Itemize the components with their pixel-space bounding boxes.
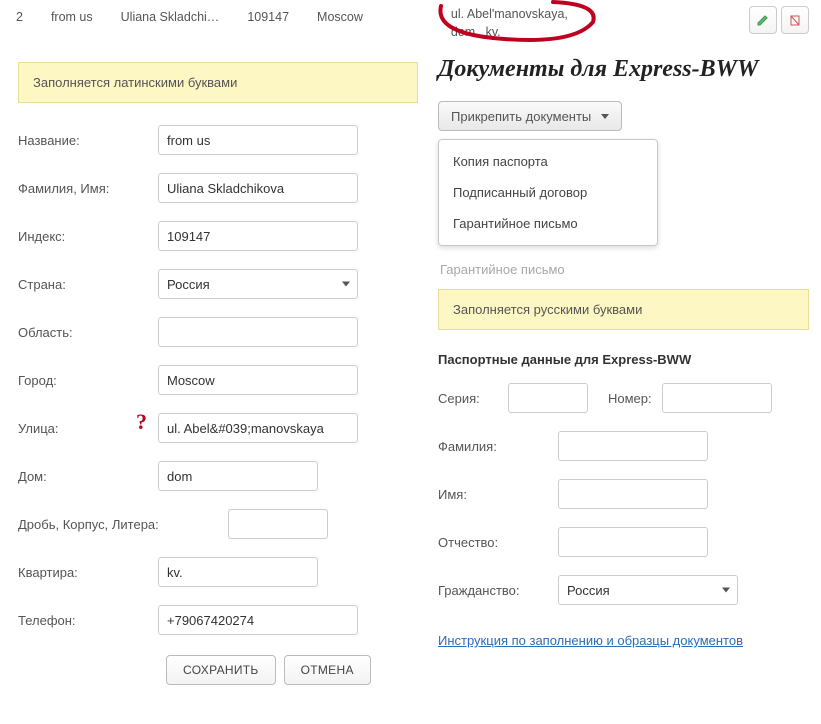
label-region: Область: <box>18 325 158 340</box>
flat-input[interactable] <box>158 557 318 587</box>
save-button[interactable]: СОХРАНИТЬ <box>166 655 276 685</box>
address-form: Заполняется латинскими буквами Название:… <box>18 52 418 685</box>
annotation-question-mark: ? <box>136 409 147 435</box>
summary-row: 2 from us Uliana Skladchi… 109147 Moscow… <box>0 0 821 52</box>
label-number: Номер: <box>608 391 652 406</box>
patronym-input[interactable] <box>558 527 708 557</box>
cell-num: 2 <box>16 6 23 24</box>
firstname-input[interactable] <box>558 479 708 509</box>
label-lastname: Фамилия: <box>438 439 558 454</box>
house-input[interactable] <box>158 461 318 491</box>
chevron-down-icon <box>601 114 609 119</box>
russian-banner: Заполняется русскими буквами <box>438 289 809 330</box>
citizen-select[interactable] <box>558 575 738 605</box>
passport-title: Паспортные данные для Express-BWW <box>438 352 809 367</box>
drob-input[interactable] <box>228 509 328 539</box>
region-input[interactable] <box>158 317 358 347</box>
label-phone: Телефон: <box>18 613 158 628</box>
edit-icon-button[interactable] <box>749 6 777 34</box>
country-select[interactable] <box>158 269 358 299</box>
phone-input[interactable] <box>158 605 358 635</box>
documents-panel: Документы для Express-BWW Прикрепить док… <box>418 52 809 685</box>
label-city: Город: <box>18 373 158 388</box>
city-input[interactable] <box>158 365 358 395</box>
label-patronym: Отчество: <box>438 535 558 550</box>
cell-index: 109147 <box>247 6 289 24</box>
latin-banner: Заполняется латинскими буквами <box>18 62 418 103</box>
label-flat: Квартира: <box>18 565 158 580</box>
muted-text: Гарантийное письмо <box>440 262 809 277</box>
attach-label: Прикрепить документы <box>451 109 591 124</box>
instructions-link[interactable]: Инструкция по заполнению и образцы докум… <box>438 633 743 648</box>
name-input[interactable] <box>158 125 358 155</box>
index-input[interactable] <box>158 221 358 251</box>
dropdown-item-passport-copy[interactable]: Копия паспорта <box>439 146 657 177</box>
street-input[interactable] <box>158 413 358 443</box>
addr-line2: dom , kv. <box>451 24 568 42</box>
label-country: Страна: <box>18 277 158 292</box>
cell-address: ul. Abel'manovskaya, dom , kv. <box>451 6 568 41</box>
dropdown-item-guarantee-letter[interactable]: Гарантийное письмо <box>439 208 657 239</box>
label-house: Дом: <box>18 469 158 484</box>
label-name: Название: <box>18 133 158 148</box>
cell-name: from us <box>51 6 93 24</box>
label-citizen: Гражданство: <box>438 583 558 598</box>
dropdown-item-signed-contract[interactable]: Подписанный договор <box>439 177 657 208</box>
attach-documents-button[interactable]: Прикрепить документы <box>438 101 622 131</box>
number-input[interactable] <box>662 383 772 413</box>
cell-city: Moscow <box>317 6 363 24</box>
delete-icon <box>788 13 802 27</box>
fullname-input[interactable] <box>158 173 358 203</box>
label-fio: Фамилия, Имя: <box>18 181 158 196</box>
cell-fullname: Uliana Skladchi… <box>121 6 220 24</box>
label-drob: Дробь, Корпус, Литера: <box>18 517 228 532</box>
delete-icon-button[interactable] <box>781 6 809 34</box>
attach-dropdown: Копия паспорта Подписанный договор Гаран… <box>438 139 658 246</box>
series-input[interactable] <box>508 383 588 413</box>
documents-title: Документы для Express-BWW <box>438 56 809 83</box>
label-firstname: Имя: <box>438 487 558 502</box>
label-series: Серия: <box>438 391 508 406</box>
lastname-input[interactable] <box>558 431 708 461</box>
addr-line1: ul. Abel'manovskaya, <box>451 6 568 24</box>
label-index: Индекс: <box>18 229 158 244</box>
cancel-button[interactable]: ОТМЕНА <box>284 655 371 685</box>
edit-icon <box>756 13 770 27</box>
